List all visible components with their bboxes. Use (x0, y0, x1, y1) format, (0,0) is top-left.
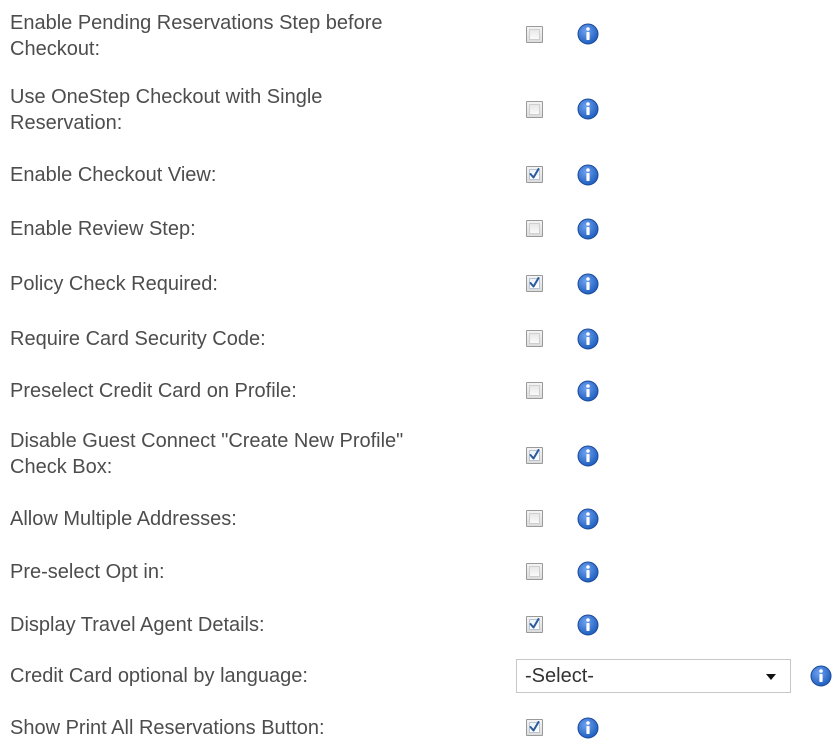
setting-label: Allow Multiple Addresses: (10, 508, 237, 530)
setting-label: Preselect Credit Card on Profile: (10, 380, 297, 402)
setting-row-policy-check-required: Policy Check Required: (0, 270, 838, 300)
select-value: -Select- (525, 665, 594, 687)
info-icon[interactable] (577, 380, 599, 402)
enable-pending-reservations-checkbox[interactable] (526, 26, 543, 43)
preselect-opt-in-checkbox[interactable] (526, 563, 543, 580)
setting-label: Pre-select Opt in: (10, 561, 165, 583)
setting-label: Policy Check Required: (10, 273, 218, 295)
display-travel-agent-checkbox[interactable] (526, 616, 543, 633)
setting-label: Enable Review Step: (10, 218, 196, 240)
info-icon[interactable] (577, 508, 599, 530)
setting-label: Require Card Security Code: (10, 328, 266, 350)
setting-row-enable-pending-reservations: Enable Pending Reservations Step before … (0, 10, 838, 66)
setting-row-display-travel-agent: Display Travel Agent Details: (0, 611, 838, 641)
info-icon[interactable] (577, 218, 599, 240)
setting-label: Disable Guest Connect "Create New Profil… (10, 430, 404, 478)
enable-checkout-view-checkbox[interactable] (526, 166, 543, 183)
info-icon[interactable] (577, 98, 599, 120)
setting-row-enable-checkout-view: Enable Checkout View: (0, 161, 838, 191)
check-icon (529, 618, 540, 629)
onestep-checkout-checkbox[interactable] (526, 101, 543, 118)
info-icon[interactable] (577, 328, 599, 350)
setting-label: Enable Checkout View: (10, 164, 217, 186)
setting-row-preselect-opt-in: Pre-select Opt in: (0, 558, 838, 588)
setting-row-require-card-security-code: Require Card Security Code: (0, 325, 838, 355)
show-print-all-checkbox[interactable] (526, 719, 543, 736)
info-icon[interactable] (577, 561, 599, 583)
allow-multiple-addresses-checkbox[interactable] (526, 510, 543, 527)
setting-row-show-print-all: Show Print All Reservations Button: (0, 714, 838, 744)
credit-card-optional-select[interactable]: -Select- (516, 659, 791, 693)
info-icon[interactable] (577, 717, 599, 739)
setting-row-allow-multiple-addresses: Allow Multiple Addresses: (0, 505, 838, 535)
info-icon[interactable] (577, 445, 599, 467)
check-icon (529, 277, 540, 288)
require-card-security-code-checkbox[interactable] (526, 330, 543, 347)
info-icon[interactable] (577, 614, 599, 636)
info-icon[interactable] (577, 23, 599, 45)
setting-row-preselect-credit-card: Preselect Credit Card on Profile: (0, 377, 838, 407)
setting-label: Credit Card optional by language: (10, 665, 308, 687)
disable-guest-connect-checkbox[interactable] (526, 447, 543, 464)
enable-review-step-checkbox[interactable] (526, 220, 543, 237)
check-icon (529, 449, 540, 460)
info-icon[interactable] (577, 164, 599, 186)
setting-label: Enable Pending Reservations Step before … (10, 12, 383, 60)
info-icon[interactable] (577, 273, 599, 295)
setting-row-disable-guest-connect: Disable Guest Connect "Create New Profil… (0, 428, 838, 484)
chevron-down-icon (766, 674, 776, 680)
setting-row-enable-review-step: Enable Review Step: (0, 215, 838, 245)
info-icon[interactable] (810, 665, 832, 687)
setting-row-credit-card-optional: Credit Card optional by language: -Selec… (0, 659, 838, 695)
setting-label: Show Print All Reservations Button: (10, 717, 325, 739)
policy-check-required-checkbox[interactable] (526, 275, 543, 292)
preselect-credit-card-checkbox[interactable] (526, 382, 543, 399)
setting-row-onestep-checkout: Use OneStep Checkout with Single Reserva… (0, 84, 838, 140)
setting-label: Use OneStep Checkout with Single Reserva… (10, 86, 323, 134)
check-icon (529, 168, 540, 179)
setting-label: Display Travel Agent Details: (10, 614, 265, 636)
check-icon (529, 721, 540, 732)
